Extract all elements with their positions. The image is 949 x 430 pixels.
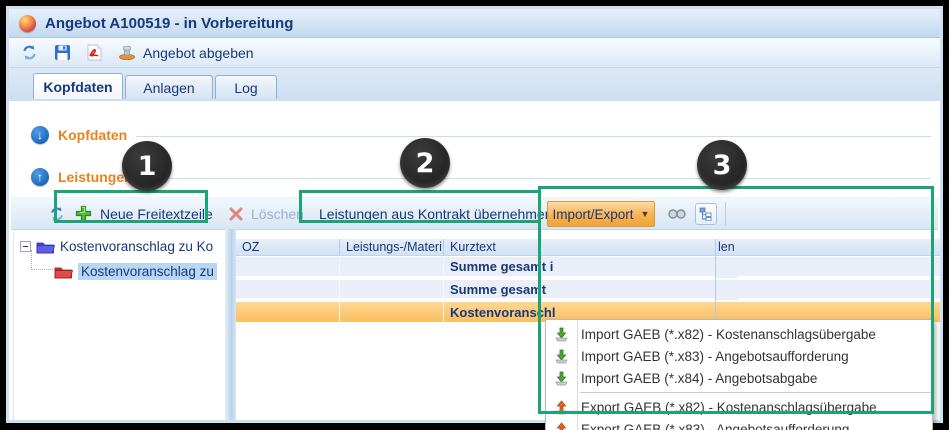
tab-anlagen[interactable]: Anlagen	[125, 75, 213, 99]
tree-node-child[interactable]: Kostenvoranschlag zu	[54, 263, 217, 280]
screenshot-root: Angebot A100519 - in Vorbereitung	[0, 0, 949, 430]
tab-log-label: Log	[234, 80, 257, 96]
annotation-box-2	[299, 190, 541, 223]
tab-anlagen-label: Anlagen	[143, 80, 194, 96]
cell-oz	[236, 302, 340, 322]
blue-folder-icon	[36, 240, 55, 254]
column-header-oz[interactable]: OZ	[236, 239, 340, 255]
cell-oz	[236, 257, 340, 276]
tree-child-label: Kostenvoranschlag zu	[78, 263, 217, 280]
window-title: Angebot A100519 - in Vorbereitung	[45, 15, 293, 32]
save-icon[interactable]	[54, 44, 71, 61]
delete-label: Löschen	[251, 206, 304, 222]
app-logo-icon	[19, 15, 36, 32]
pdf-icon[interactable]	[87, 44, 102, 61]
annotation-box-3	[538, 186, 934, 414]
annotation-badge-1: 1	[122, 141, 172, 191]
tab-kopfdaten[interactable]: Kopfdaten	[33, 73, 123, 99]
section-kopfdaten: ↓ Kopfdaten	[31, 126, 931, 144]
tab-strip: Kopfdaten Anlagen Log	[9, 68, 940, 101]
panel-splitter[interactable]	[225, 229, 236, 420]
collapse-arrow-icon[interactable]: ↓	[31, 126, 49, 144]
cell-leistung	[340, 280, 444, 298]
tree-root-label: Kostenvoranschlag zu Ko	[60, 239, 213, 254]
cell-oz	[236, 280, 340, 298]
tab-log[interactable]: Log	[215, 75, 277, 99]
submit-offer-button[interactable]: Angebot abgeben	[118, 45, 254, 61]
annotation-badge-3: 3	[697, 140, 747, 190]
section-divider	[136, 136, 931, 137]
tree-panel: Kostenvoranschlag zu Ko Kostenvoranschla…	[13, 233, 225, 420]
cell-leistung	[340, 257, 444, 276]
column-header-leistung[interactable]: Leistungs-/Materi	[340, 239, 444, 255]
submit-stamp-icon	[118, 45, 136, 60]
collapse-minus-icon[interactable]	[20, 241, 31, 252]
delete-button: Löschen	[229, 198, 304, 229]
main-toolbar: Angebot abgeben	[9, 38, 940, 68]
annotation-badge-2: 2	[400, 138, 450, 188]
menu-item-export-gaeb-x83[interactable]: Export GAEB (*.x83) - Angebotsaufforderu…	[546, 418, 932, 430]
annotation-box-1	[54, 190, 208, 223]
section-divider	[142, 178, 931, 179]
tab-kopfdaten-label: Kopfdaten	[43, 79, 112, 95]
delete-x-icon	[229, 207, 243, 221]
tree-node-root[interactable]: Kostenvoranschlag zu Ko	[20, 239, 213, 254]
cell-leistung	[340, 302, 444, 322]
export-arrow-icon	[554, 422, 569, 430]
expand-arrow-icon[interactable]: ↑	[31, 168, 49, 186]
title-bar: Angebot A100519 - in Vorbereitung	[9, 9, 940, 38]
section-leistungen-label: Leistungen	[58, 169, 133, 185]
submit-offer-label: Angebot abgeben	[143, 45, 254, 61]
refresh-icon[interactable]	[21, 44, 38, 61]
red-folder-icon	[54, 265, 73, 279]
section-kopfdaten-label: Kopfdaten	[58, 127, 127, 143]
menu-item-label: Export GAEB (*.x83) - Angebotsaufforderu…	[581, 422, 849, 430]
